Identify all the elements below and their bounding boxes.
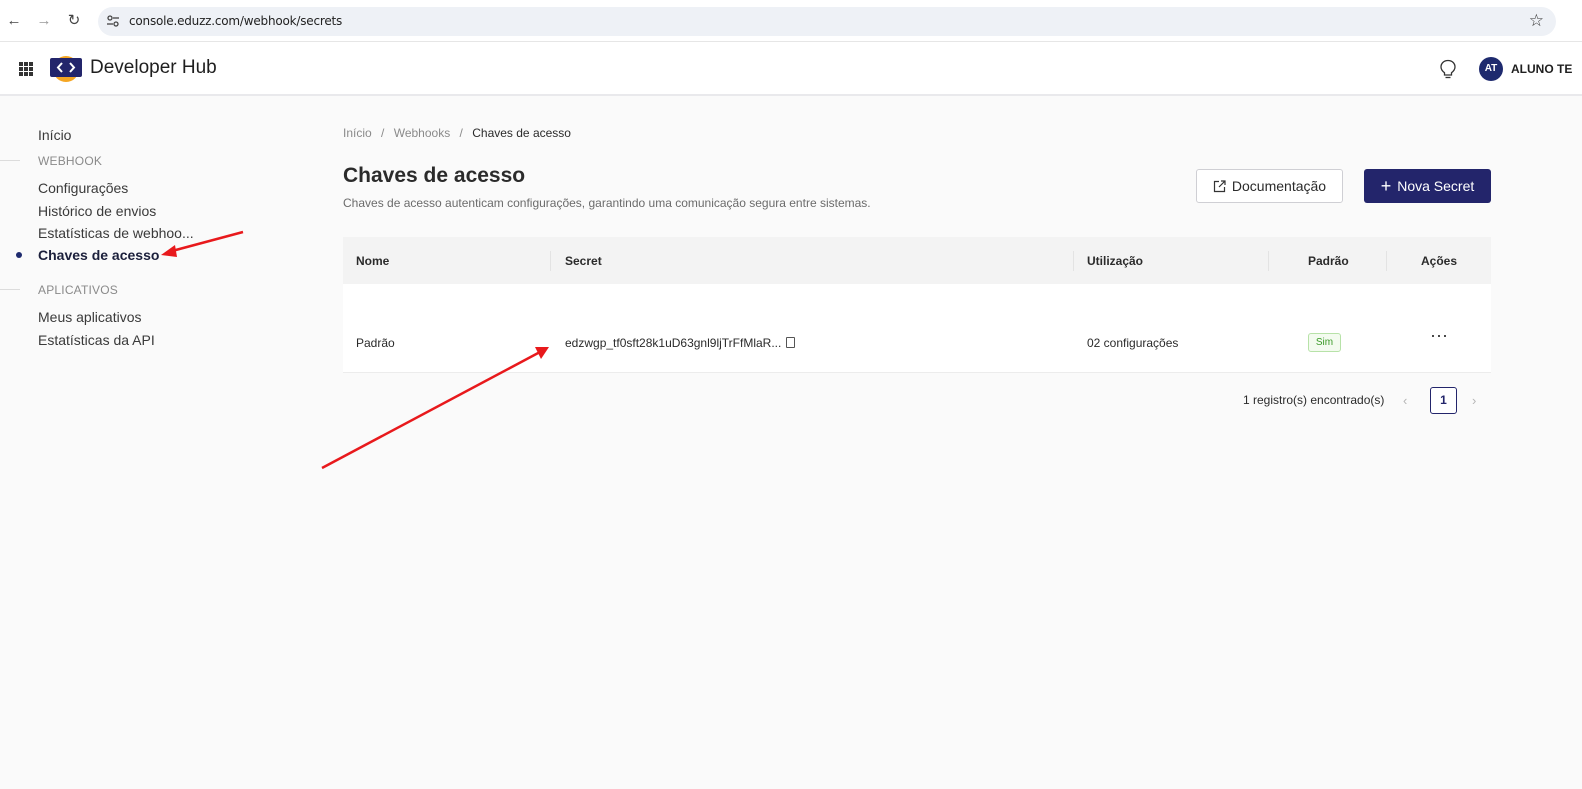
breadcrumb-separator: / — [459, 126, 463, 140]
back-arrow-icon[interactable]: ← — [4, 11, 24, 31]
developer-hub-logo[interactable] — [49, 53, 83, 83]
table-header: Nome Secret Utilização Padrão Ações — [343, 237, 1491, 284]
reload-icon[interactable]: ↻ — [64, 11, 84, 31]
next-page-button[interactable]: › — [1472, 393, 1476, 408]
breadcrumb: Início / Webhooks / Chaves de acesso — [343, 126, 571, 140]
new-secret-button-label: Nova Secret — [1397, 178, 1475, 194]
sidebar-item-chaves-de-acesso[interactable]: Chaves de acesso — [38, 247, 159, 263]
sidebar-item-estatisticas-webhook[interactable]: Estatísticas de webhoo... — [38, 225, 194, 241]
app-header: Developer Hub AT ALUNO TE — [0, 42, 1582, 96]
column-divider — [1268, 251, 1269, 271]
sidebar-item-historico[interactable]: Histórico de envios — [38, 203, 156, 219]
section-divider — [0, 160, 20, 161]
sidebar-section-webhook: WEBHOOK — [38, 154, 103, 168]
breadcrumb-webhooks[interactable]: Webhooks — [394, 126, 450, 140]
table-row: Padrão edzwgp_tf0sft28k1uD63gnl9ljTrFfMl… — [343, 284, 1491, 373]
ellipsis-icon[interactable]: ··· — [1428, 326, 1450, 348]
annotation-arrowhead-sidebar — [161, 245, 177, 257]
sidebar-item-configuracoes[interactable]: Configurações — [38, 180, 128, 196]
column-header-secret[interactable]: Secret — [565, 254, 602, 268]
plus-icon: + — [1380, 176, 1392, 196]
breadcrumb-separator: / — [381, 126, 385, 140]
default-badge: Sim — [1308, 333, 1341, 352]
brand-name[interactable]: Developer Hub — [90, 57, 217, 79]
sidebar-item-home[interactable]: Início — [38, 127, 71, 143]
column-divider — [1386, 251, 1387, 271]
cell-usage[interactable]: 02 configurações — [1087, 336, 1178, 350]
new-secret-button[interactable]: + Nova Secret — [1364, 169, 1491, 203]
column-divider — [550, 251, 551, 271]
sidebar-item-estatisticas-api[interactable]: Estatísticas da API — [38, 332, 155, 348]
section-divider — [0, 289, 20, 290]
breadcrumb-current: Chaves de acesso — [472, 126, 571, 140]
cell-secret: edzwgp_tf0sft28k1uD63gnl9ljTrFfMlaR... — [565, 336, 796, 350]
external-link-icon — [1213, 179, 1226, 192]
documentation-button-label: Documentação — [1231, 178, 1327, 194]
breadcrumb-home[interactable]: Início — [343, 126, 372, 140]
active-indicator — [16, 252, 22, 258]
page-subtitle: Chaves de acesso autenticam configuraçõe… — [343, 196, 871, 210]
copy-icon[interactable] — [786, 337, 796, 348]
user-name[interactable]: ALUNO TE — [1511, 62, 1572, 76]
column-header-nome[interactable]: Nome — [356, 254, 389, 268]
column-header-acoes[interactable]: Ações — [1421, 254, 1457, 268]
sidebar-item-meus-aplicativos[interactable]: Meus aplicativos — [38, 309, 142, 325]
browser-toolbar: ← → ↻ console.eduzz.com/webhook/secrets … — [0, 0, 1582, 42]
column-header-utilizacao[interactable]: Utilização — [1087, 254, 1143, 268]
column-divider — [1073, 251, 1074, 271]
address-bar[interactable]: console.eduzz.com/webhook/secrets ☆ — [98, 7, 1556, 36]
forward-arrow-icon[interactable]: → — [34, 11, 54, 31]
records-count: 1 registro(s) encontrado(s) — [1243, 393, 1385, 407]
documentation-button[interactable]: Documentação — [1196, 169, 1343, 203]
secret-value: edzwgp_tf0sft28k1uD63gnl9ljTrFfMlaR... — [565, 336, 782, 350]
site-info-icon[interactable] — [106, 14, 120, 28]
sidebar-section-aplicativos: APLICATIVOS — [38, 283, 119, 297]
page-number-button[interactable]: 1 — [1430, 387, 1457, 414]
apps-grid-icon[interactable] — [19, 62, 33, 76]
lightbulb-icon[interactable] — [1439, 59, 1457, 80]
cell-name: Padrão — [356, 336, 395, 350]
avatar[interactable]: AT — [1479, 57, 1503, 81]
column-header-padrao[interactable]: Padrão — [1308, 254, 1349, 268]
previous-page-button[interactable]: ‹ — [1403, 393, 1407, 408]
page-title: Chaves de acesso — [343, 164, 526, 187]
star-icon[interactable]: ☆ — [1529, 11, 1544, 31]
url-text[interactable]: console.eduzz.com/webhook/secrets — [129, 14, 342, 28]
